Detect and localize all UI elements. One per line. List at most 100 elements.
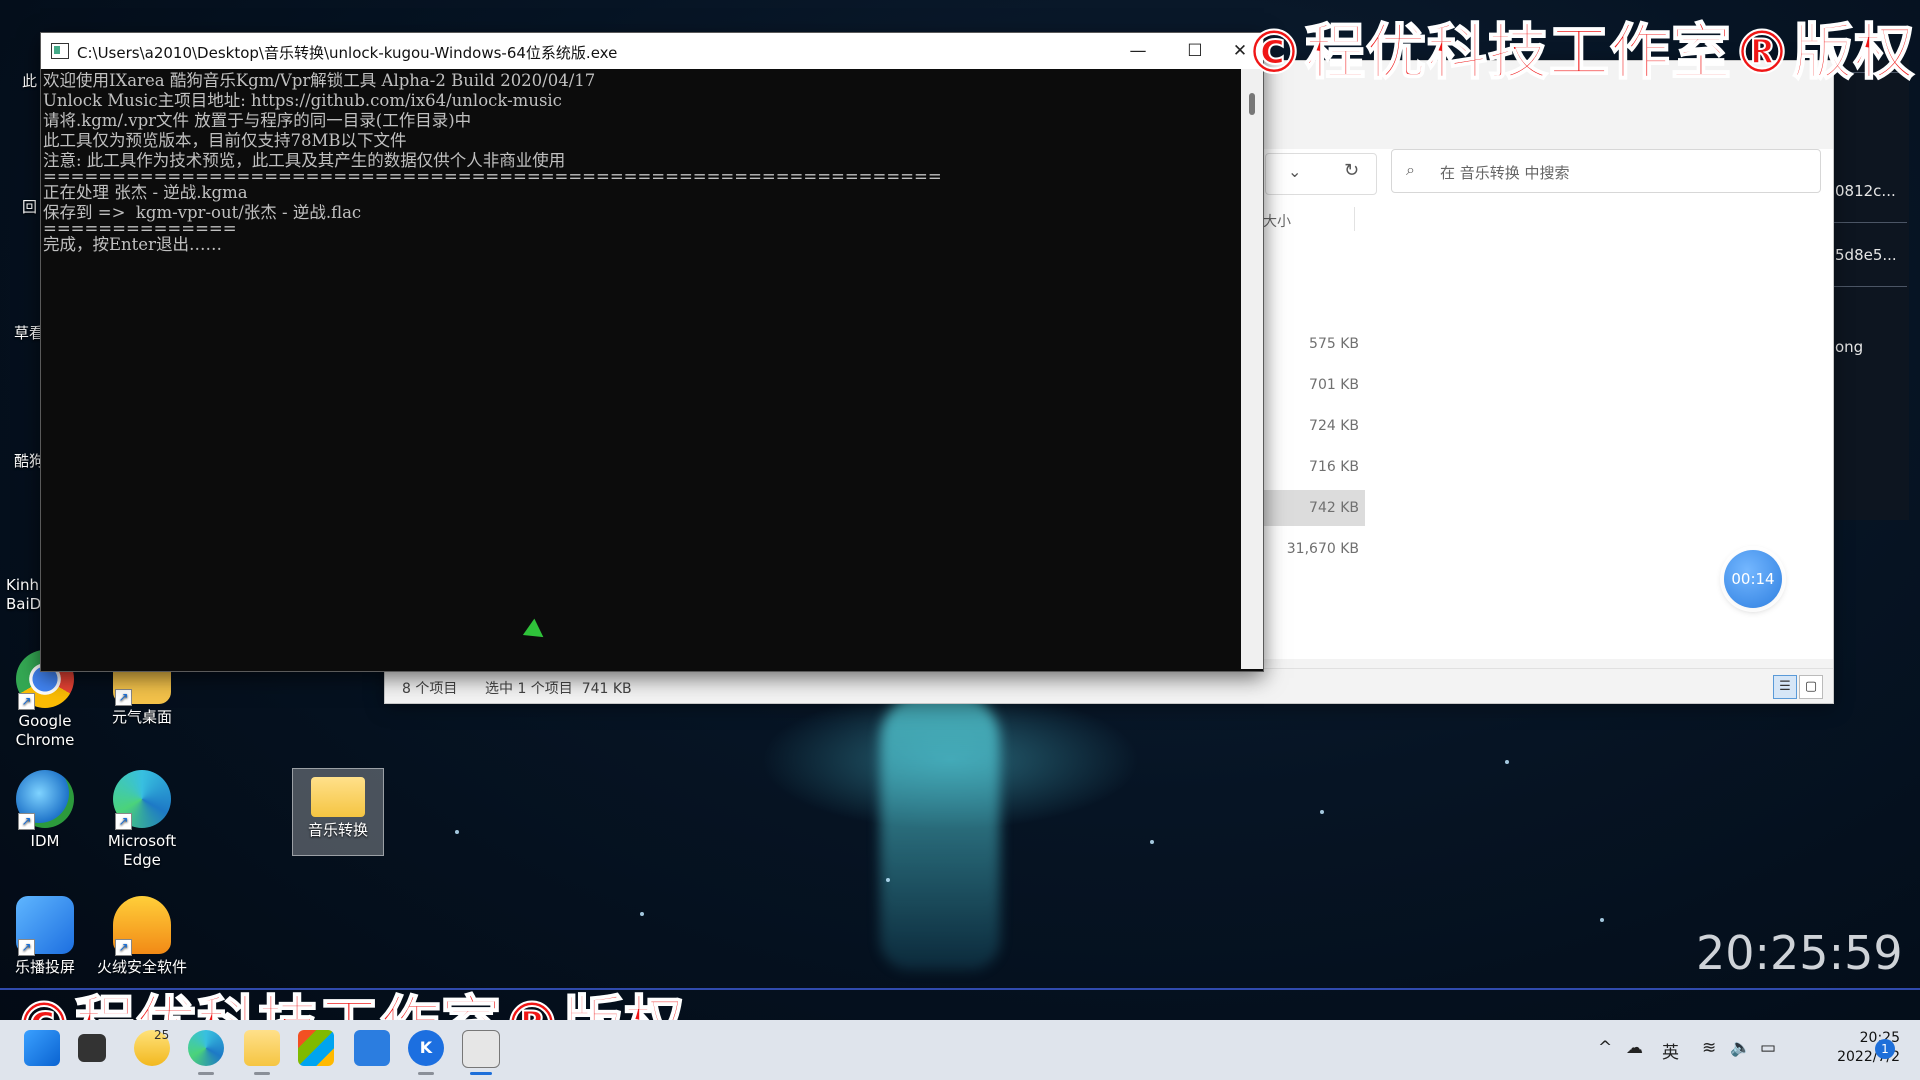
console-output[interactable]: 欢迎使用IXarea 酷狗音乐Kgm/Vpr解锁工具 Alpha-2 Build…	[41, 69, 1241, 671]
desktop-icon-partial-this-pc[interactable]: 此	[22, 70, 37, 91]
desktop-icon-microsoft-edge[interactable]: ↗ Microsoft Edge	[97, 770, 187, 870]
desktop-icon-partial-kinh[interactable]: Kinh BaiD	[6, 576, 41, 614]
maximize-button[interactable]: ☐	[1172, 37, 1218, 65]
weather-temp: 25	[154, 1028, 170, 1042]
console-line: 正在处理 张杰 - 逆战.kgma	[43, 183, 248, 202]
console-line: 请将.kgm/.vpr文件 放置于与程序的同一目录(工作目录)中	[43, 111, 472, 130]
ime-indicator[interactable]: 英	[1662, 1038, 1679, 1063]
file-size-cell[interactable]: 716 KB	[1263, 449, 1365, 485]
running-indicator	[254, 1072, 270, 1075]
idm-icon: ↗	[16, 770, 74, 830]
minimize-button[interactable]: —	[1115, 37, 1161, 65]
file-explorer-taskbar-icon[interactable]	[244, 1030, 280, 1066]
running-indicator	[418, 1072, 434, 1075]
column-separator[interactable]	[1354, 207, 1355, 231]
console-line: 欢迎使用IXarea 酷狗音乐Kgm/Vpr解锁工具 Alpha-2 Build…	[43, 71, 596, 90]
edge-taskbar-icon[interactable]	[188, 1030, 224, 1066]
search-icon: ⌕	[1406, 160, 1415, 179]
console-line: 完成，按Enter退出……	[43, 235, 222, 254]
shortcut-arrow-icon: ↗	[18, 693, 35, 710]
running-indicator	[198, 1072, 214, 1075]
desktop-icon-music-folder[interactable]: 音乐转换	[292, 768, 384, 856]
console-taskbar-icon[interactable]	[462, 1030, 500, 1068]
desktop-icon-partial-recycle[interactable]: 回	[22, 196, 37, 217]
console-app-icon	[51, 43, 69, 59]
status-bar: 8 个项目 选中 1 个项目 741 KB ☰ ▢	[385, 668, 1833, 703]
start-button[interactable]	[24, 1030, 60, 1066]
file-size-cell[interactable]: 31,670 KB	[1263, 531, 1365, 567]
active-indicator	[470, 1072, 492, 1075]
shortcut-arrow-icon: ↗	[115, 939, 132, 956]
desktop-icon-label: 元气桌面	[111, 708, 172, 726]
desktop-icon-idm[interactable]: ↗ IDM	[0, 770, 90, 851]
console-line: 注意: 此工具作为技术预览，此工具及其产生的数据仅供个人非商业使用	[43, 151, 566, 170]
wallpaper-star	[1320, 810, 1324, 814]
right-window-text: 5d8e5...	[1835, 246, 1897, 264]
desktop-icon-label: 火绒安全软件	[97, 958, 187, 976]
taskbar[interactable]: 25 K ^ ☁ 英 ≋ 🔈 ▭ 20:25 2022/7/2 1	[0, 1020, 1920, 1080]
details-view-button[interactable]: ☰	[1773, 675, 1797, 699]
recording-timer[interactable]: 00:14	[1724, 550, 1782, 608]
console-title: C:\Users\a2010\Desktop\音乐转换\unlock-kugou…	[77, 44, 618, 62]
lebo-icon: ↗	[16, 896, 74, 956]
shortcut-arrow-icon: ↗	[115, 813, 132, 830]
tray-overflow-chevron-icon[interactable]: ^	[1598, 1038, 1612, 1058]
watermark-top: ©程优科技工作室®版权	[1243, 17, 1915, 89]
console-line: 此工具仅为预览版本，目前仅支持78MB以下文件	[43, 131, 407, 150]
huorong-icon: ↗	[113, 896, 171, 956]
scrollbar-thumb[interactable]	[1249, 93, 1255, 115]
shortcut-arrow-icon: ↗	[18, 813, 35, 830]
tiles-view-button[interactable]: ▢	[1799, 675, 1823, 699]
file-size-cell[interactable]: 701 KB	[1263, 367, 1365, 403]
mail-taskbar-icon[interactable]	[354, 1030, 390, 1066]
search-placeholder: 在 音乐转换 中搜索	[1440, 164, 1570, 182]
notification-badge[interactable]: 1	[1875, 1039, 1895, 1059]
right-window-text: 0812c...	[1835, 182, 1896, 200]
store-taskbar-icon[interactable]	[298, 1030, 334, 1066]
divider	[1833, 286, 1907, 287]
battery-icon[interactable]: ▭	[1760, 1038, 1776, 1058]
folder-icon	[311, 777, 365, 817]
console-window[interactable]: C:\Users\a2010\Desktop\音乐转换\unlock-kugou…	[40, 32, 1264, 672]
desktop-clock: 20:25:59	[1696, 926, 1903, 980]
shortcut-arrow-icon: ↗	[18, 939, 35, 956]
column-header-size[interactable]: 大小	[1263, 211, 1291, 231]
wallpaper-star	[455, 830, 459, 834]
kugou-taskbar-icon[interactable]: K	[408, 1030, 444, 1066]
chevron-down-icon[interactable]: ⌄	[1288, 162, 1301, 181]
desktop-icon-lebo[interactable]: ↗ 乐播投屏	[0, 896, 90, 977]
desktop-icon-label: Microsoft Edge	[107, 832, 177, 869]
wallpaper-star	[1505, 760, 1509, 764]
status-item-count: 8 个项目	[402, 681, 458, 697]
refresh-icon[interactable]: ↻	[1344, 160, 1359, 181]
console-scrollbar[interactable]	[1241, 69, 1263, 669]
wallpaper-star	[886, 878, 890, 882]
desktop-icon-label: Google Chrome	[15, 712, 75, 749]
address-bar-tools[interactable]: ⌄ ↻	[1265, 153, 1377, 195]
console-line: ==============	[43, 223, 237, 235]
desktop-icon-label: 乐播投屏	[14, 958, 75, 976]
file-size-cell-selected[interactable]: 742 KB	[1263, 490, 1365, 526]
desktop-icon-label: 音乐转换	[307, 821, 368, 839]
console-line: 保存到 => kgm-vpr-out/张杰 - 逆战.flac	[43, 203, 362, 222]
divider	[1833, 222, 1907, 223]
wallpaper-star	[640, 912, 644, 916]
file-size-cell[interactable]: 575 KB	[1263, 326, 1365, 362]
volume-icon[interactable]: 🔈	[1730, 1038, 1751, 1058]
console-line: Unlock Music主项目地址: https://github.com/ix…	[43, 91, 562, 110]
wifi-icon[interactable]: ≋	[1702, 1038, 1716, 1058]
file-size-cell[interactable]: 724 KB	[1263, 408, 1365, 444]
desktop-icon-label: IDM	[30, 832, 60, 850]
search-input[interactable]: ⌕ 在 音乐转换 中搜索	[1391, 149, 1821, 193]
console-line: ========================================…	[43, 171, 942, 183]
edge-icon: ↗	[113, 770, 171, 830]
right-window-text: ong	[1835, 338, 1864, 356]
console-titlebar[interactable]: C:\Users\a2010\Desktop\音乐转换\unlock-kugou…	[41, 33, 1263, 69]
task-view-icon[interactable]	[78, 1034, 106, 1062]
weather-icon[interactable]: 25	[134, 1028, 170, 1066]
wallpaper-star	[1150, 840, 1154, 844]
wallpaper-figure	[880, 690, 1000, 970]
onedrive-icon[interactable]: ☁	[1626, 1038, 1643, 1058]
desktop-icon-huorong[interactable]: ↗ 火绒安全软件	[97, 896, 187, 978]
wallpaper-star	[1600, 918, 1604, 922]
